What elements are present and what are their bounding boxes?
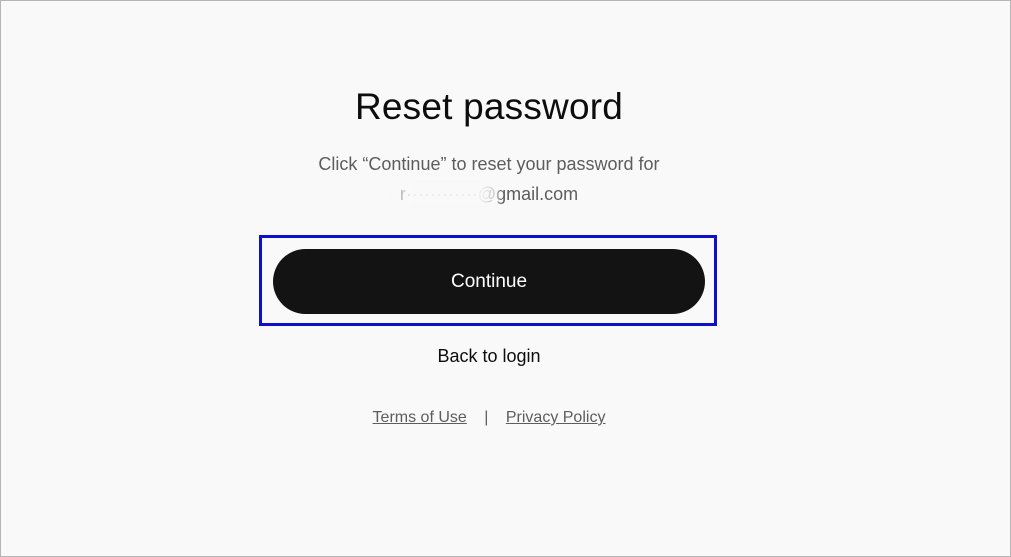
footer-separator: | <box>484 409 489 426</box>
email-wrapper: r············@gmail.com <box>393 179 579 209</box>
reset-password-page: Reset password Click “Continue” to reset… <box>0 0 1011 557</box>
terms-of-use-link[interactable]: Terms of Use <box>373 409 467 426</box>
back-to-login-link[interactable]: Back to login <box>1 341 977 371</box>
continue-button[interactable]: Continue <box>273 249 705 314</box>
email-line: r············@gmail.com <box>1 179 977 209</box>
page-title: Reset password <box>354 86 624 127</box>
account-email: r············@gmail.com <box>399 184 579 204</box>
reset-instructions: Click “Continue” to reset your password … <box>318 154 660 174</box>
footer-links: Terms of Use | Privacy Policy <box>1 405 977 431</box>
privacy-policy-link[interactable]: Privacy Policy <box>506 409 606 426</box>
